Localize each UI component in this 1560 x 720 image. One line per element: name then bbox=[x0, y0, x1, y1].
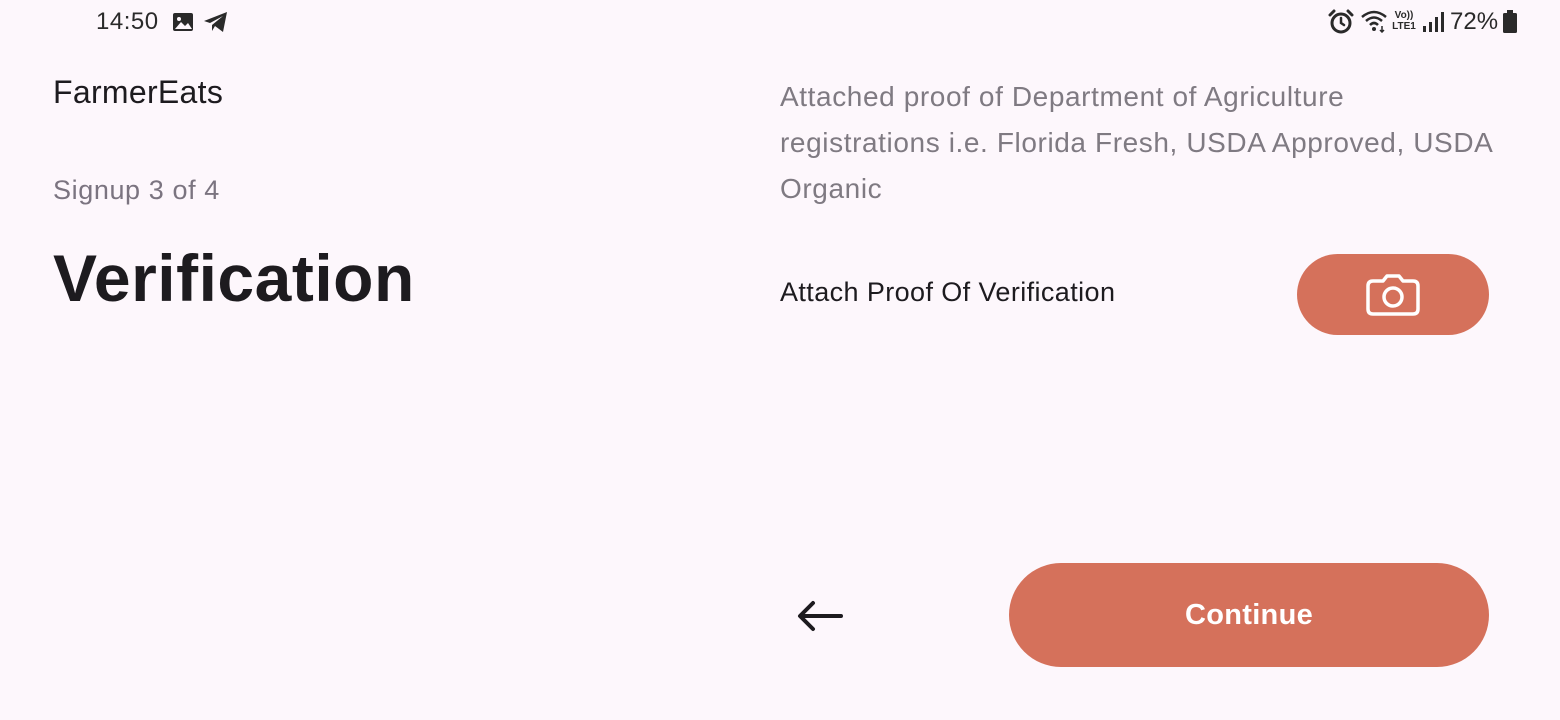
signal-icon bbox=[1423, 12, 1444, 32]
battery-percent: 72% bbox=[1450, 8, 1499, 35]
wifi-icon bbox=[1361, 10, 1387, 33]
camera-icon bbox=[1366, 273, 1420, 316]
attach-proof-label: Attach Proof Of Verification bbox=[780, 277, 1116, 307]
image-icon bbox=[173, 13, 193, 31]
volte-icon: Vo)) LTE1 bbox=[1392, 10, 1416, 32]
signup-step: Signup 3 of 4 bbox=[53, 175, 220, 205]
back-button[interactable] bbox=[790, 590, 850, 642]
alarm-icon bbox=[1328, 9, 1354, 34]
arrow-left-icon bbox=[798, 601, 843, 631]
battery-icon bbox=[1503, 10, 1517, 33]
attach-proof-button[interactable] bbox=[1297, 254, 1489, 335]
page-title: Verification bbox=[53, 241, 415, 315]
app-name: FarmerEats bbox=[53, 74, 224, 110]
telegram-icon bbox=[204, 12, 227, 32]
verification-description: Attached proof of Department of Agricult… bbox=[780, 81, 1492, 204]
status-bar: 14:50 Vo)) LTE1 72% bbox=[0, 0, 1560, 44]
status-time: 14:50 bbox=[96, 8, 159, 35]
continue-button[interactable]: Continue bbox=[1009, 563, 1489, 667]
